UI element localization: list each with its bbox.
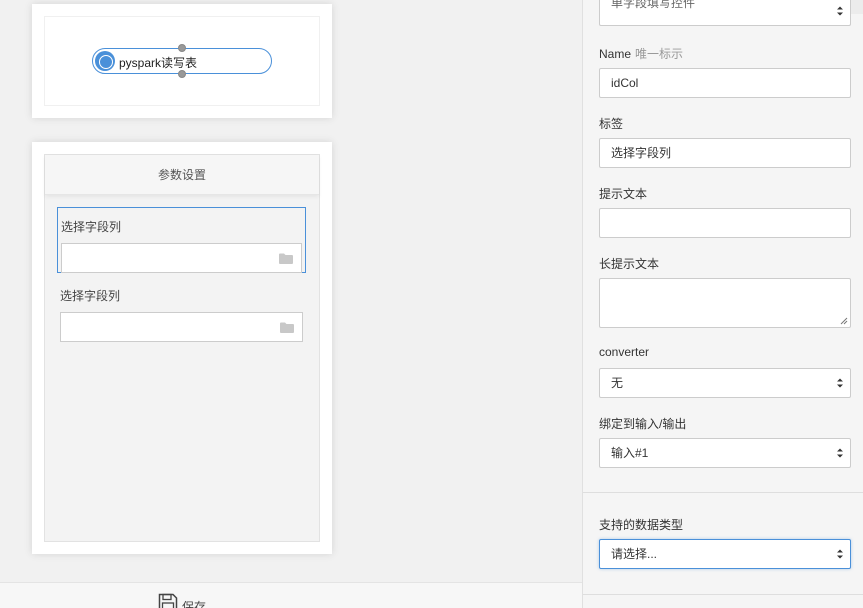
footer-bar: 保存	[0, 582, 582, 608]
bind-label: 绑定到输入/输出	[599, 417, 687, 431]
field-column-input[interactable]	[60, 312, 303, 342]
tag-input[interactable]: 选择字段列	[599, 138, 851, 168]
node-type-icon	[95, 51, 115, 71]
param-settings-card: 参数设置 选择字段列 选择字段列	[32, 142, 332, 554]
node-canvas: pyspark读写表	[44, 16, 320, 106]
widget-type-select[interactable]: 单字段填写控件	[599, 0, 851, 26]
select-arrows-icon	[837, 549, 843, 559]
node-label: pyspark读写表	[119, 56, 198, 70]
save-button[interactable]: 保存	[158, 593, 206, 608]
properties-panel: 单字段填写控件 Name 唯一标示 idCol 标签 选择字段列 提示文本 长提示…	[582, 0, 863, 608]
hint-label: 提示文本	[599, 187, 648, 201]
field-label: 选择字段列	[61, 220, 122, 234]
datatype-select[interactable]: 请选择...	[599, 539, 851, 569]
save-icon	[158, 593, 178, 608]
section-divider	[583, 492, 863, 493]
field-block[interactable]: 选择字段列	[57, 277, 306, 343]
workflow-canvas-area: pyspark读写表 参数设置 选择字段列 选择字段列 保存	[0, 0, 582, 608]
param-settings-title: 参数设置	[45, 155, 319, 195]
long-hint-label: 长提示文本	[599, 257, 660, 271]
datatype-value: 请选择...	[611, 547, 658, 561]
name-label-text: Name	[599, 47, 632, 61]
widget-type-value: 单字段填写控件	[611, 0, 696, 10]
resize-grip-icon[interactable]	[840, 317, 848, 325]
folder-icon[interactable]	[280, 322, 294, 333]
field-column-input[interactable]	[61, 243, 302, 273]
bind-io-select[interactable]: 输入#1	[599, 438, 851, 468]
name-label: Name 唯一标示	[599, 45, 683, 62]
output-port[interactable]	[178, 70, 186, 78]
folder-icon[interactable]	[279, 253, 293, 264]
tag-label: 标签	[599, 117, 624, 131]
select-arrows-icon	[837, 448, 843, 458]
name-hint-text: 唯一标示	[635, 47, 684, 61]
datatype-label: 支持的数据类型	[599, 518, 684, 532]
hint-input[interactable]	[599, 208, 851, 238]
save-label: 保存	[182, 600, 207, 608]
workflow-node[interactable]: pyspark读写表	[92, 44, 272, 78]
field-label: 选择字段列	[60, 289, 121, 303]
bind-value: 输入#1	[611, 446, 649, 460]
field-block-selected[interactable]: 选择字段列	[57, 207, 306, 273]
select-arrows-icon	[837, 6, 843, 16]
converter-value: 无	[611, 376, 624, 390]
select-arrows-icon	[837, 378, 843, 388]
param-settings-panel: 参数设置 选择字段列 选择字段列	[44, 154, 320, 542]
converter-select[interactable]: 无	[599, 368, 851, 398]
input-port[interactable]	[178, 44, 186, 52]
node-preview-card: pyspark读写表	[32, 4, 332, 118]
converter-label: converter	[599, 345, 650, 359]
name-input[interactable]: idCol	[599, 68, 851, 98]
section-divider	[583, 594, 863, 595]
long-hint-textarea[interactable]	[599, 278, 851, 328]
